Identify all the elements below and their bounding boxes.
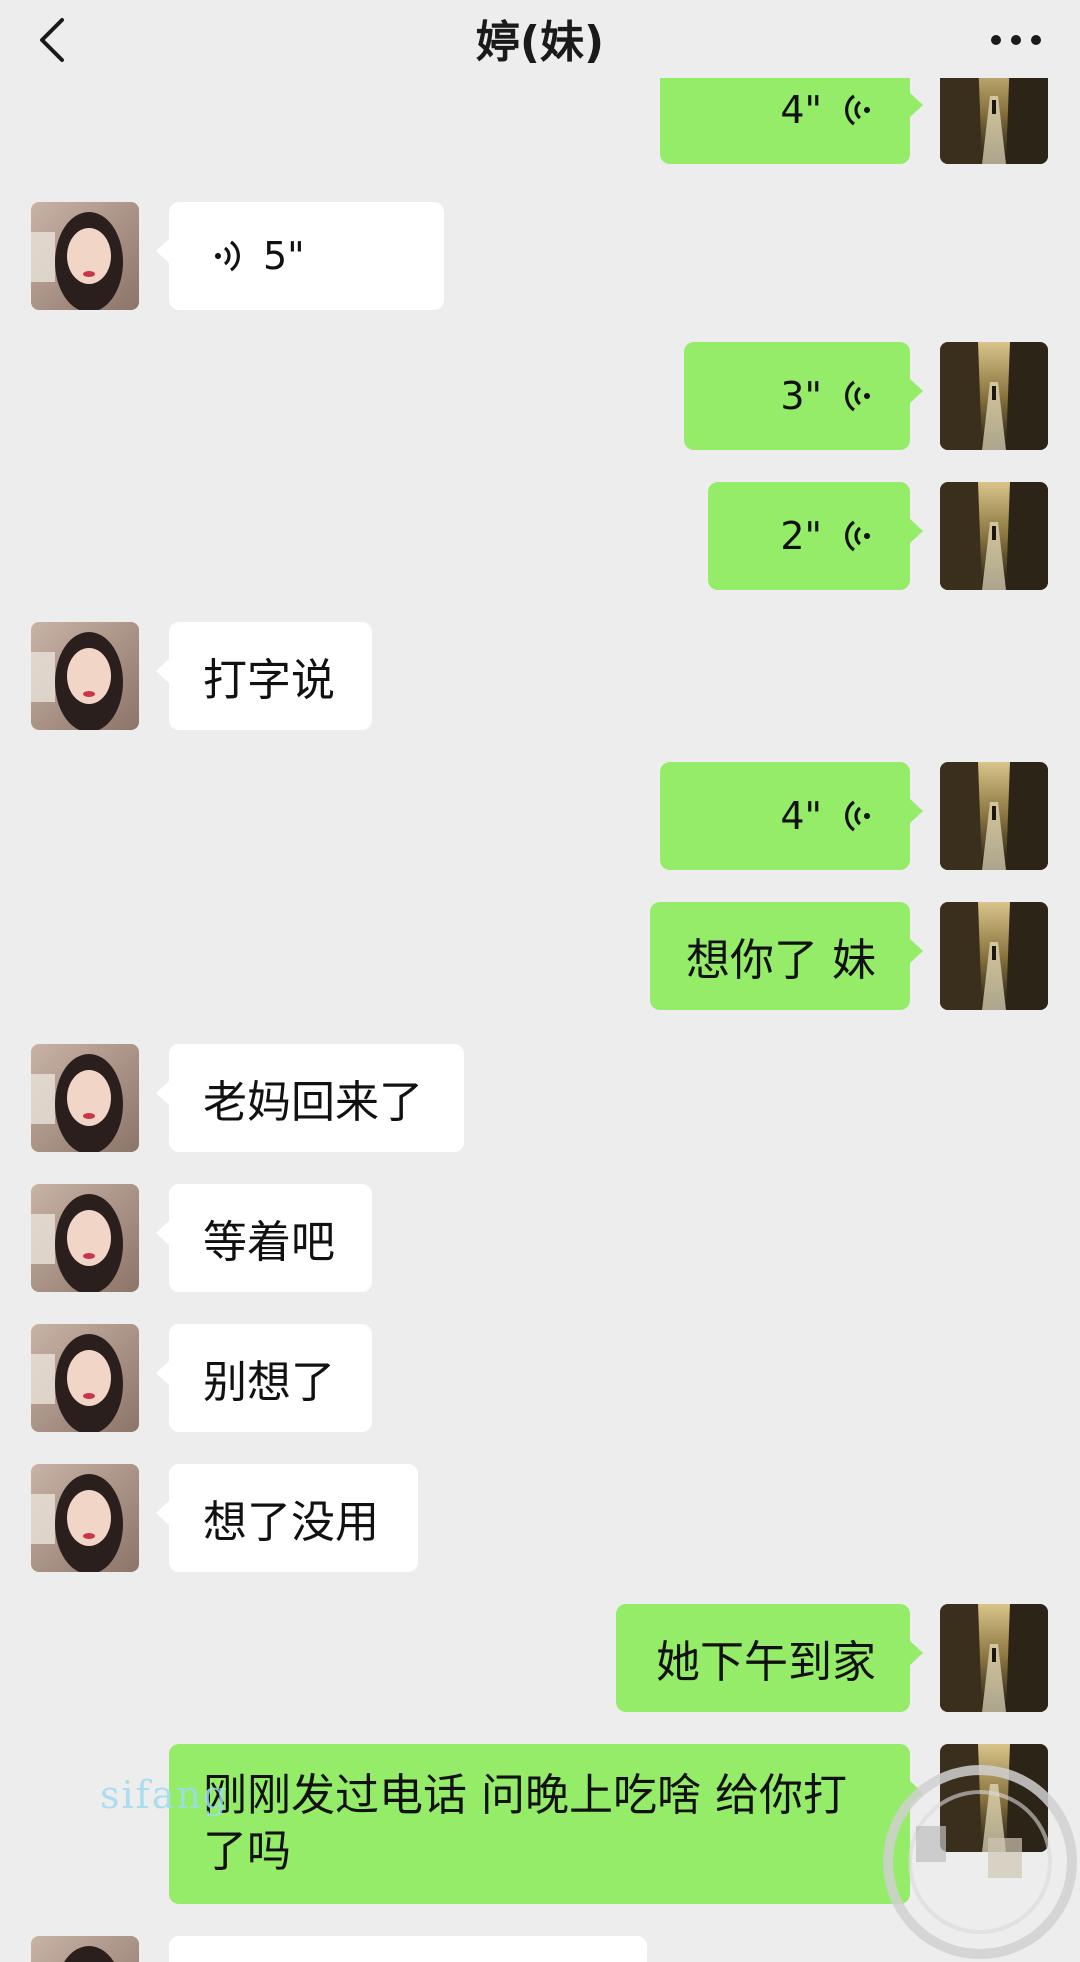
- text-message-received[interactable]: 老妈回来了: [156, 1044, 464, 1152]
- bubble-tail: [909, 92, 923, 118]
- voice-duration: 3": [780, 374, 822, 418]
- voice-wave-icon: [845, 94, 870, 126]
- message-row: 打字说: [0, 622, 1080, 730]
- bubble-tail: [156, 1220, 170, 1246]
- message-row: 想你了 妹: [0, 902, 1080, 1010]
- message-row: 5": [0, 202, 1080, 310]
- contact-avatar[interactable]: [31, 202, 139, 310]
- voice-wave-icon: [845, 380, 870, 412]
- message-text: 别想了: [203, 1357, 335, 1408]
- chat-screen: 婷(妹) 4" 5" 3" 2" 打字说 4" 想你了 妹 老妈回来了 等着吧 …: [0, 0, 1080, 1962]
- bubble-tail: [909, 938, 923, 964]
- bubble-tail: [909, 1640, 923, 1666]
- text-message-received[interactable]: 想了没用: [156, 1464, 418, 1572]
- contact-avatar[interactable]: [31, 1184, 139, 1292]
- text-message-sent[interactable]: 她下午到家: [616, 1604, 923, 1712]
- voice-message-sent[interactable]: 4": [660, 762, 923, 870]
- message-row: 她下午到家: [0, 1604, 1080, 1712]
- message-row: 3": [0, 342, 1080, 450]
- message-text: 想了没用: [203, 1497, 379, 1548]
- message-row: 4": [0, 56, 1080, 170]
- message-text: 老妈回来了: [203, 1077, 423, 1128]
- bubble-tail: [909, 798, 923, 824]
- watermark-text: sifang: [100, 1773, 230, 1817]
- bubble-tail: [909, 518, 923, 544]
- bubble-tail: [156, 1080, 170, 1106]
- message-row: 4": [0, 762, 1080, 870]
- text-message-sent[interactable]: 想你了 妹: [650, 902, 923, 1010]
- voice-duration: 5": [263, 234, 305, 278]
- voice-message-sent[interactable]: 2": [708, 482, 923, 590]
- contact-avatar[interactable]: [31, 1324, 139, 1432]
- message-row: 别想了: [0, 1324, 1080, 1432]
- contact-avatar[interactable]: [31, 1044, 139, 1152]
- message-text: 刚刚发过电话 问晚上吃啥 给你打了吗: [203, 1770, 847, 1877]
- voice-wave-icon: [215, 240, 240, 272]
- my-avatar[interactable]: [940, 762, 1048, 870]
- message-row: 老妈回来了: [0, 1044, 1080, 1152]
- voice-duration: 2": [780, 514, 822, 558]
- bubble-tail: [156, 1500, 170, 1526]
- my-avatar[interactable]: [940, 1604, 1048, 1712]
- message-text: 打字说: [203, 655, 335, 706]
- bubble-tail: [156, 238, 170, 264]
- voice-wave-icon: [845, 800, 870, 832]
- voice-duration: 4": [780, 794, 822, 838]
- chat-title: 婷(妹): [475, 17, 605, 68]
- contact-avatar[interactable]: [31, 1936, 139, 1962]
- message-text: 等着吧: [203, 1217, 335, 1268]
- watermark-seal-icon: [883, 1765, 1077, 1959]
- text-message-received[interactable]: [169, 1936, 647, 1962]
- text-message-received[interactable]: 打字说: [156, 622, 372, 730]
- more-options-icon[interactable]: [980, 12, 1052, 68]
- bubble-tail: [156, 1360, 170, 1386]
- message-text: 想你了 妹: [686, 935, 876, 986]
- my-avatar[interactable]: [940, 482, 1048, 590]
- voice-wave-icon: [845, 520, 870, 552]
- voice-message-received[interactable]: 5": [156, 202, 444, 310]
- chat-header: 婷(妹): [0, 0, 1080, 78]
- text-message-received[interactable]: 别想了: [156, 1324, 372, 1432]
- voice-duration: 4": [780, 88, 822, 132]
- message-text: 她下午到家: [656, 1637, 876, 1688]
- voice-message-sent[interactable]: 3": [684, 342, 923, 450]
- text-message-received[interactable]: 等着吧: [156, 1184, 372, 1292]
- contact-avatar[interactable]: [31, 1464, 139, 1572]
- message-row: 2": [0, 482, 1080, 590]
- message-row: 想了没用: [0, 1464, 1080, 1572]
- my-avatar[interactable]: [940, 902, 1048, 1010]
- bubble-tail: [909, 378, 923, 404]
- bubble-tail: [156, 658, 170, 684]
- my-avatar[interactable]: [940, 342, 1048, 450]
- message-row: 等着吧: [0, 1184, 1080, 1292]
- contact-avatar[interactable]: [31, 622, 139, 730]
- text-message-sent[interactable]: 刚刚发过电话 问晚上吃啥 给你打了吗: [169, 1744, 923, 1904]
